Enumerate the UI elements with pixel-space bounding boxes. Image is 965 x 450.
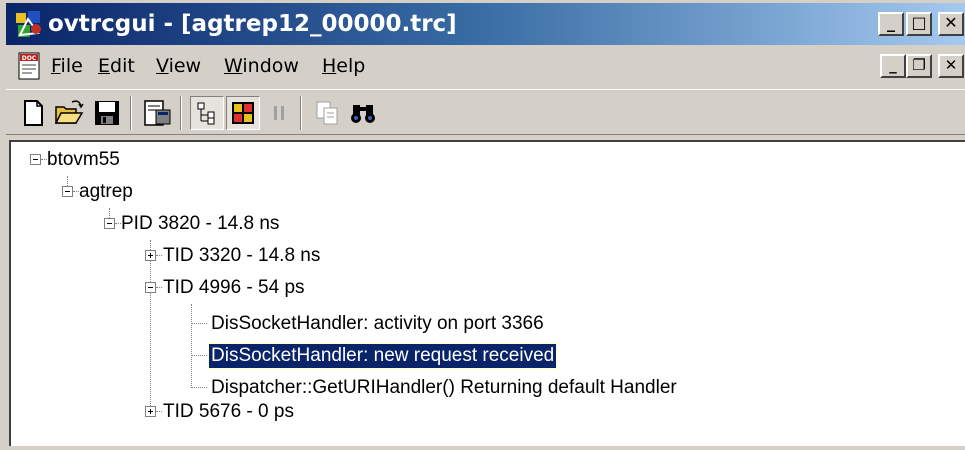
tree-node-tid[interactable]: TID 5676 - 0 ps bbox=[161, 400, 296, 424]
title-bar[interactable]: ovtrcgui - [agtrep12_00000.trc] _ □ ✕ bbox=[6, 3, 965, 45]
close-button[interactable]: ✕ bbox=[938, 12, 964, 36]
close-icon: ✕ bbox=[944, 56, 958, 74]
minimize-icon: _ bbox=[889, 56, 897, 74]
collapse-toggle[interactable] bbox=[104, 218, 115, 229]
toolbar bbox=[6, 89, 965, 135]
tree-node-tid[interactable]: TID 4996 - 54 ps bbox=[161, 276, 307, 300]
toolbar-separator bbox=[130, 96, 132, 130]
trace-tree[interactable]: btovm55 agtrep PID 3820 - 14.8 ns TID 33… bbox=[9, 140, 965, 446]
tree-view-icon bbox=[197, 102, 215, 125]
maximize-button[interactable]: □ bbox=[906, 12, 932, 36]
tree-node-tid[interactable]: TID 3320 - 14.8 ns bbox=[161, 244, 322, 268]
toolbar-separator bbox=[300, 96, 302, 130]
new-icon bbox=[24, 100, 43, 126]
doc-restore-button[interactable]: ❐ bbox=[906, 54, 932, 78]
pause-icon bbox=[274, 106, 284, 120]
properties-button[interactable] bbox=[140, 96, 174, 130]
pause-button[interactable] bbox=[262, 96, 296, 130]
tree-node-trace-entry[interactable]: DisSocketHandler: activity on port 3366 bbox=[209, 312, 546, 336]
svg-text:DOC: DOC bbox=[22, 55, 37, 62]
open-icon bbox=[54, 100, 84, 124]
expand-toggle[interactable] bbox=[145, 250, 156, 261]
tree-line bbox=[191, 355, 207, 356]
menu-help[interactable]: Help bbox=[322, 53, 365, 79]
tree-node-pid[interactable]: PID 3820 - 14.8 ns bbox=[119, 212, 281, 236]
tree-line bbox=[191, 323, 207, 324]
app-icon bbox=[16, 11, 41, 37]
menu-bar: DOC File Edit View Window Help _ ❐ ✕ bbox=[6, 45, 965, 87]
toolbar-separator bbox=[180, 96, 182, 130]
colors-icon bbox=[232, 102, 254, 124]
tree-line bbox=[191, 387, 207, 388]
open-button[interactable] bbox=[52, 96, 86, 130]
minimize-icon: _ bbox=[887, 13, 895, 32]
new-button[interactable] bbox=[16, 96, 50, 130]
collapse-toggle[interactable] bbox=[62, 186, 73, 197]
menu-file[interactable]: File bbox=[51, 53, 83, 79]
save-button[interactable] bbox=[90, 96, 124, 130]
document-icon[interactable]: DOC bbox=[16, 52, 44, 80]
save-icon bbox=[95, 101, 119, 125]
close-icon: ✕ bbox=[944, 13, 958, 32]
copy-icon bbox=[316, 101, 338, 125]
doc-minimize-button[interactable]: _ bbox=[880, 54, 906, 78]
doc-close-button[interactable]: ✕ bbox=[938, 54, 964, 78]
maximize-icon: □ bbox=[911, 13, 927, 32]
menu-view[interactable]: View bbox=[156, 53, 201, 79]
tree-node-host[interactable]: btovm55 bbox=[45, 148, 122, 172]
properties-icon bbox=[144, 100, 171, 126]
window-title: ovtrcgui - [agtrep12_00000.trc] bbox=[48, 11, 457, 37]
find-button[interactable] bbox=[346, 96, 380, 130]
expand-toggle[interactable] bbox=[145, 406, 156, 417]
restore-icon: ❐ bbox=[912, 56, 926, 74]
tree-node-process-group[interactable]: agtrep bbox=[77, 180, 135, 204]
tree-view-button[interactable] bbox=[190, 96, 224, 130]
minimize-button[interactable]: _ bbox=[878, 12, 904, 36]
menu-window[interactable]: Window bbox=[224, 53, 299, 79]
colors-button[interactable] bbox=[226, 96, 260, 130]
tree-node-trace-entry-selected[interactable]: DisSocketHandler: new request received bbox=[207, 343, 558, 369]
app-window: ovtrcgui - [agtrep12_00000.trc] _ □ ✕ DO… bbox=[0, 0, 965, 450]
tree-line bbox=[191, 304, 192, 388]
tree-line bbox=[150, 240, 151, 412]
menu-edit[interactable]: Edit bbox=[98, 53, 135, 79]
collapse-toggle[interactable] bbox=[145, 282, 156, 293]
tree-node-trace-entry[interactable]: Dispatcher::GetURIHandler() Returning de… bbox=[209, 376, 679, 400]
copy-button[interactable] bbox=[310, 96, 344, 130]
collapse-toggle[interactable] bbox=[30, 154, 41, 165]
find-icon bbox=[351, 105, 375, 123]
